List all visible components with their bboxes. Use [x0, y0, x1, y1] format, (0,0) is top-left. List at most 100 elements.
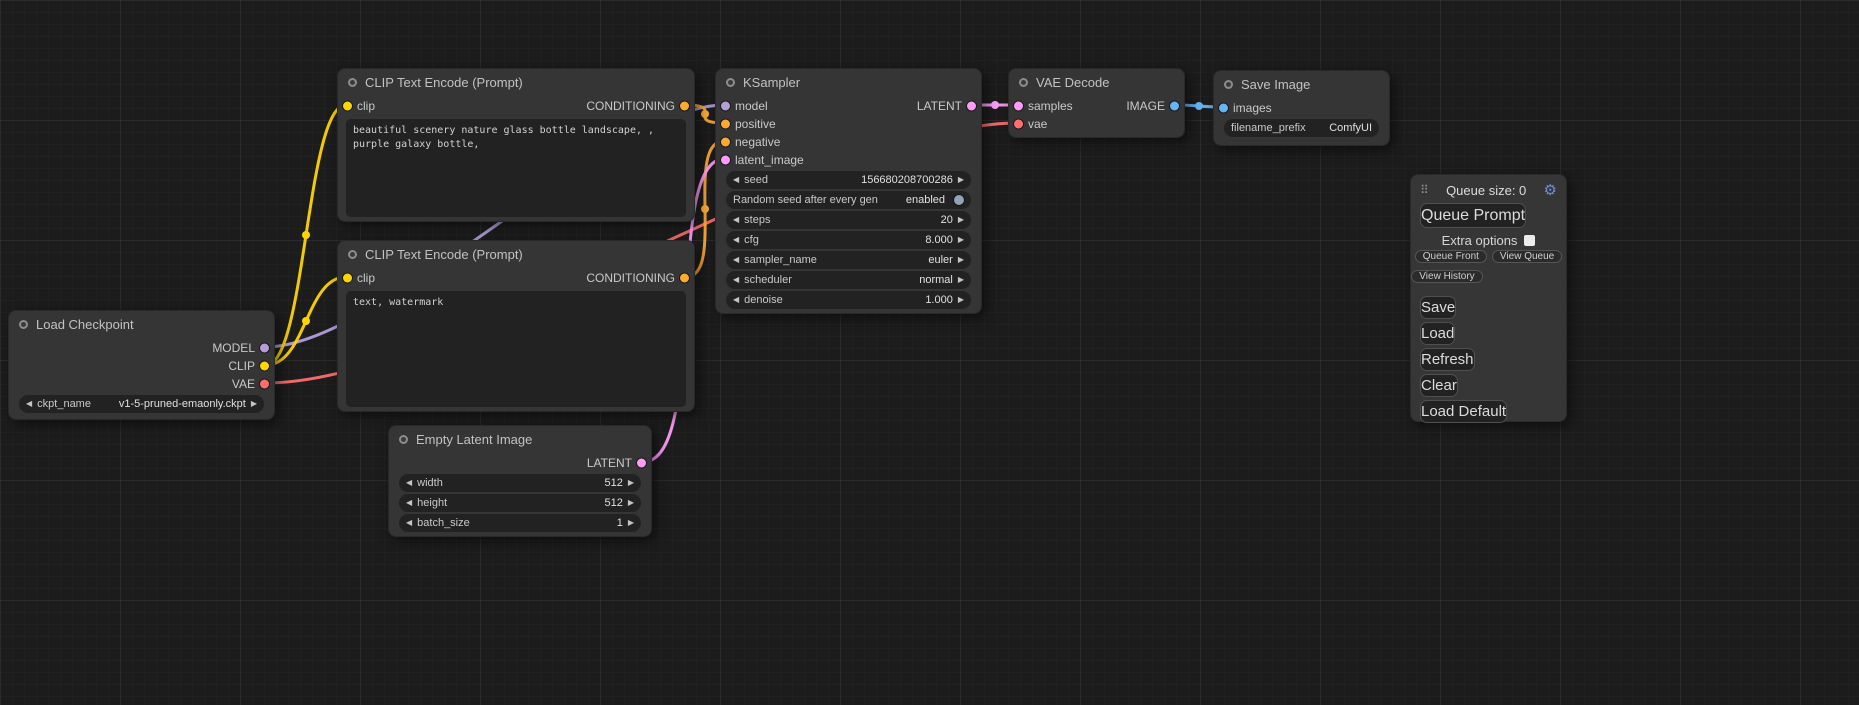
increment-icon[interactable]: ▶: [628, 519, 634, 527]
save-button[interactable]: Save: [1420, 296, 1456, 319]
denoise-widget[interactable]: ◀ denoise 1.000 ▶: [726, 291, 971, 309]
decrement-icon[interactable]: ◀: [406, 479, 412, 487]
queue-front-button[interactable]: Queue Front: [1415, 250, 1487, 263]
clip-input-dot[interactable]: [343, 274, 352, 283]
clip-input-dot[interactable]: [343, 102, 352, 111]
sampler-name-widget[interactable]: ◀ sampler_name euler ▶: [726, 251, 971, 269]
model-input-dot[interactable]: [721, 102, 730, 111]
node-title-bar[interactable]: CLIP Text Encode (Prompt): [338, 69, 694, 95]
decrement-icon[interactable]: ◀: [733, 296, 739, 304]
increment-icon[interactable]: ▶: [958, 256, 964, 264]
batch-size-widget[interactable]: ◀ batch_size 1 ▶: [399, 514, 641, 532]
samples-input-dot[interactable]: [1014, 102, 1023, 111]
negative-input-dot[interactable]: [721, 138, 730, 147]
latent-output-dot[interactable]: [637, 459, 646, 468]
image-output-dot[interactable]: [1170, 102, 1179, 111]
model-output-dot[interactable]: [260, 344, 269, 353]
decrement-icon[interactable]: ◀: [733, 256, 739, 264]
collapse-dot-icon[interactable]: [399, 435, 408, 444]
node-empty-latent-image[interactable]: Empty Latent Image LATENT ◀ width 512 ▶ …: [388, 425, 652, 537]
widget-value: euler: [928, 254, 952, 266]
width-widget[interactable]: ◀ width 512 ▶: [399, 474, 641, 492]
scheduler-widget[interactable]: ◀ scheduler normal ▶: [726, 271, 971, 289]
slot-row: positive: [716, 115, 981, 133]
node-load-checkpoint[interactable]: Load Checkpoint MODEL CLIP VAE ◀ ckpt_na…: [8, 310, 275, 420]
view-history-button[interactable]: View History: [1411, 270, 1483, 283]
vae-output-dot[interactable]: [260, 380, 269, 389]
node-title-bar[interactable]: Save Image: [1214, 71, 1389, 97]
decrement-icon[interactable]: ◀: [733, 276, 739, 284]
drag-handle-icon[interactable]: ⠿: [1420, 183, 1429, 197]
decrement-icon[interactable]: ◀: [733, 236, 739, 244]
widget-value: 20: [941, 214, 953, 226]
conditioning-output-dot[interactable]: [680, 102, 689, 111]
settings-gear-icon[interactable]: ⚙: [1544, 183, 1557, 198]
graph-canvas[interactable]: { "colors": { "model": "#B39DDB", "clip"…: [0, 0, 1859, 705]
node-title-bar[interactable]: CLIP Text Encode (Prompt): [338, 241, 694, 267]
conditioning-output-dot[interactable]: [680, 274, 689, 283]
widget-label: sampler_name: [744, 254, 817, 266]
node-save-image[interactable]: Save Image images filename_prefix ComfyU…: [1213, 70, 1390, 146]
latent-output-dot[interactable]: [967, 102, 976, 111]
increment-icon[interactable]: ▶: [958, 216, 964, 224]
increment-icon[interactable]: ▶: [958, 176, 964, 184]
widget-value: 512: [604, 477, 622, 489]
widget-value: 1: [617, 517, 623, 529]
view-queue-button[interactable]: View Queue: [1492, 250, 1562, 263]
seed-widget[interactable]: ◀ seed 156680208700286 ▶: [726, 171, 971, 189]
random-seed-toggle-widget[interactable]: Random seed after every gen enabled: [726, 191, 971, 209]
link-midpoint-dot: [302, 231, 310, 239]
slot-row: samples IMAGE: [1009, 97, 1184, 115]
node-title-bar[interactable]: Load Checkpoint: [9, 311, 274, 337]
toggle-indicator-icon[interactable]: [954, 195, 964, 205]
collapse-dot-icon[interactable]: [348, 78, 357, 87]
extra-options-checkbox[interactable]: [1524, 235, 1535, 246]
node-title-bar[interactable]: KSampler: [716, 69, 981, 95]
ckpt-name-widget[interactable]: ◀ ckpt_name v1-5-pruned-emaonly.ckpt ▶: [19, 395, 264, 413]
decrement-icon[interactable]: ◀: [733, 216, 739, 224]
collapse-dot-icon[interactable]: [348, 250, 357, 259]
node-clip-text-encode-positive[interactable]: CLIP Text Encode (Prompt) clip CONDITION…: [337, 68, 695, 222]
decrement-icon[interactable]: ◀: [406, 519, 412, 527]
slot-row: images: [1214, 99, 1389, 117]
decrement-icon[interactable]: ◀: [733, 176, 739, 184]
latent-image-input-dot[interactable]: [721, 156, 730, 165]
clear-button[interactable]: Clear: [1420, 374, 1458, 397]
refresh-button[interactable]: Refresh: [1420, 348, 1475, 371]
node-clip-text-encode-negative[interactable]: CLIP Text Encode (Prompt) clip CONDITION…: [337, 240, 695, 412]
widget-label: denoise: [744, 294, 783, 306]
link-midpoint-dot: [302, 317, 310, 325]
queue-prompt-button[interactable]: Queue Prompt: [1420, 203, 1526, 228]
increment-icon[interactable]: ▶: [628, 499, 634, 507]
increment-icon[interactable]: ▶: [958, 236, 964, 244]
load-default-button[interactable]: Load Default: [1420, 400, 1507, 423]
height-widget[interactable]: ◀ height 512 ▶: [399, 494, 641, 512]
filename-prefix-widget[interactable]: filename_prefix ComfyUI: [1224, 119, 1379, 137]
collapse-dot-icon[interactable]: [1019, 78, 1028, 87]
increment-icon[interactable]: ▶: [628, 479, 634, 487]
increment-icon[interactable]: ▶: [251, 400, 257, 408]
clip-output-dot[interactable]: [260, 362, 269, 371]
negative-prompt-textarea[interactable]: text, watermark: [346, 291, 686, 407]
collapse-dot-icon[interactable]: [19, 320, 28, 329]
increment-icon[interactable]: ▶: [958, 296, 964, 304]
collapse-dot-icon[interactable]: [726, 78, 735, 87]
decrement-icon[interactable]: ◀: [26, 400, 32, 408]
node-ksampler[interactable]: KSampler model LATENT positive negative …: [715, 68, 982, 314]
decrement-icon[interactable]: ◀: [406, 499, 412, 507]
load-button[interactable]: Load: [1420, 322, 1455, 345]
node-title-bar[interactable]: VAE Decode: [1009, 69, 1184, 95]
node-vae-decode[interactable]: VAE Decode samples IMAGE vae: [1008, 68, 1185, 138]
collapse-dot-icon[interactable]: [1224, 80, 1233, 89]
increment-icon[interactable]: ▶: [958, 276, 964, 284]
images-input-dot[interactable]: [1219, 104, 1228, 113]
positive-input-dot[interactable]: [721, 120, 730, 129]
positive-prompt-textarea[interactable]: beautiful scenery nature glass bottle la…: [346, 119, 686, 217]
vae-input-dot[interactable]: [1014, 120, 1023, 129]
widget-label: filename_prefix: [1231, 122, 1306, 134]
node-title: VAE Decode: [1036, 75, 1109, 90]
cfg-widget[interactable]: ◀ cfg 8.000 ▶: [726, 231, 971, 249]
steps-widget[interactable]: ◀ steps 20 ▶: [726, 211, 971, 229]
node-title-bar[interactable]: Empty Latent Image: [389, 426, 651, 452]
link-midpoint-dot: [701, 205, 709, 213]
